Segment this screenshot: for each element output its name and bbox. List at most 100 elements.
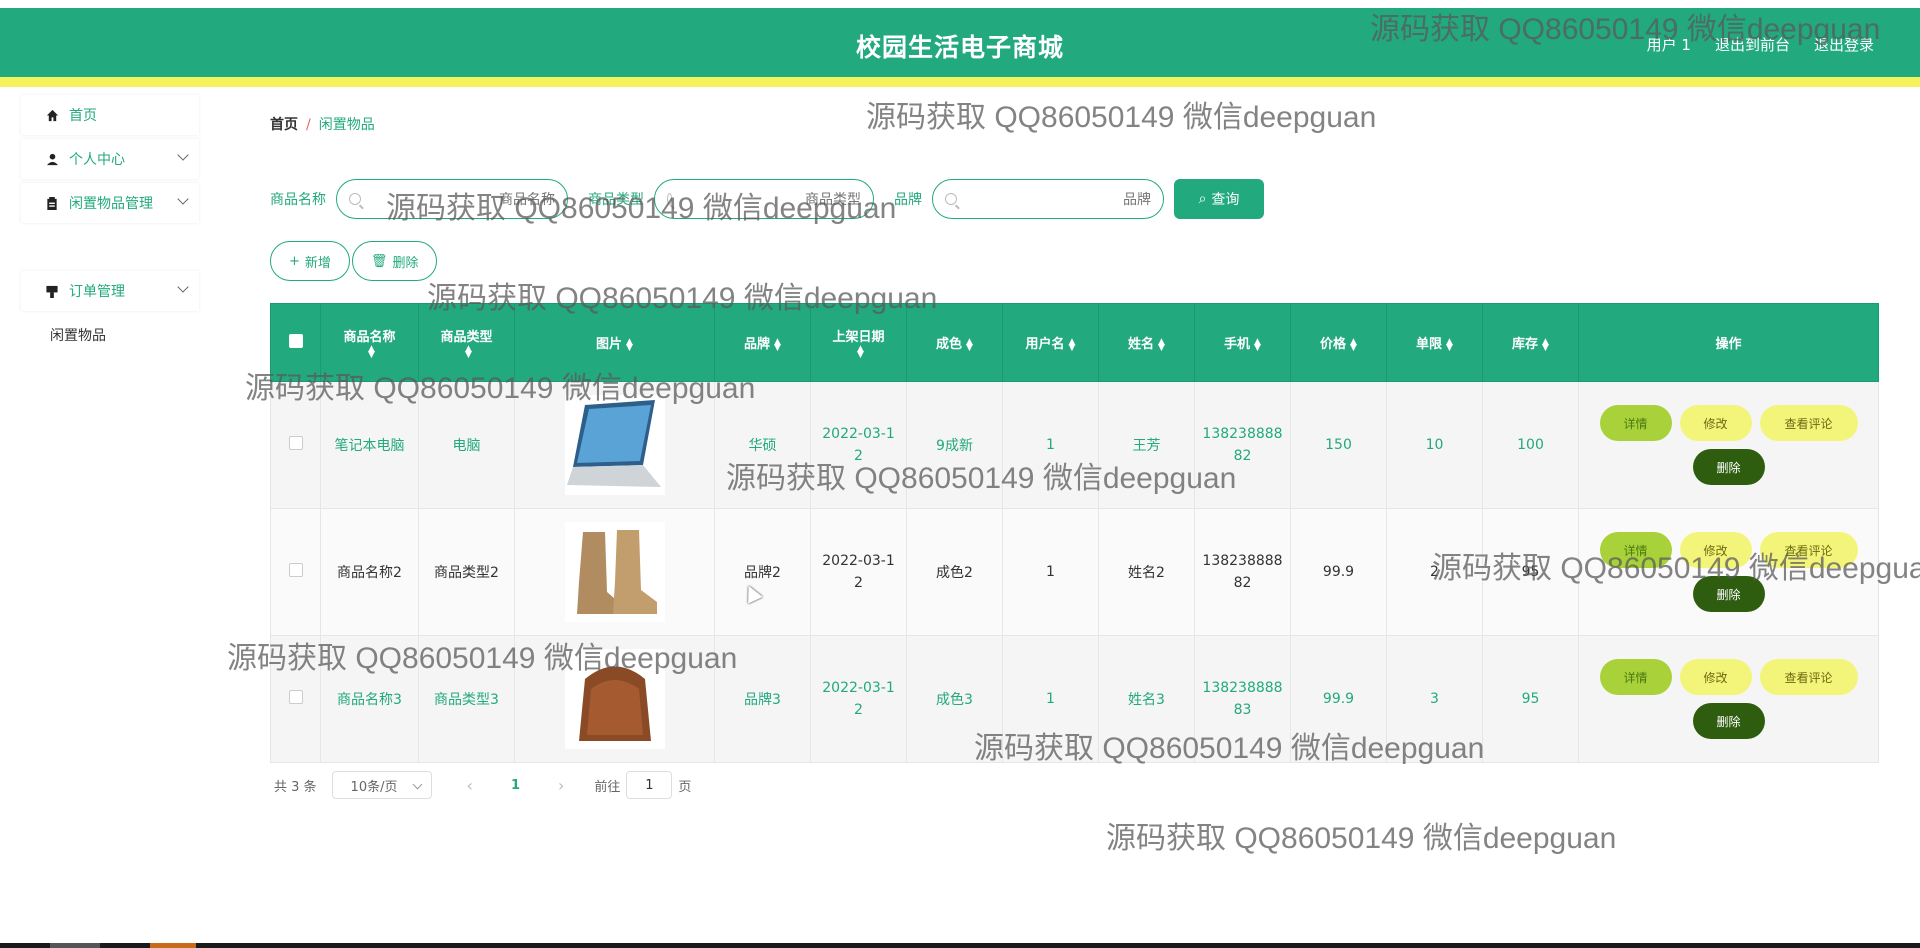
- col-header[interactable]: 商品类型 ▲ ▼: [418, 303, 515, 382]
- view-review-button[interactable]: 查看评论: [1759, 405, 1858, 441]
- type-input[interactable]: [680, 191, 861, 207]
- sidebar-subitem-idle[interactable]: 闲置物品: [50, 325, 106, 345]
- select-all-checkbox[interactable]: [288, 333, 303, 348]
- sort-icon: ▲ ▼: [1068, 336, 1076, 353]
- breadcrumb-current: 闲置物品: [318, 117, 375, 133]
- delete-button[interactable]: 删除: [1692, 449, 1765, 485]
- edit-button[interactable]: 修改: [1679, 659, 1752, 695]
- cell-image: [514, 508, 715, 636]
- edit-button[interactable]: 修改: [1679, 405, 1752, 441]
- cell-realname: 姓名3: [1098, 635, 1195, 763]
- delete-button[interactable]: 删除: [1692, 703, 1765, 739]
- col-header-ops: 操作: [1578, 303, 1879, 382]
- cell-stock: 100: [1482, 381, 1579, 509]
- chevron-down-icon: [177, 281, 189, 293]
- sort-icon: ▲ ▼: [368, 344, 375, 360]
- sort-icon: ▲ ▼: [1446, 336, 1453, 353]
- logout-link[interactable]: 退出登录: [1814, 34, 1874, 55]
- search-bar: 商品名称 商品类型 品牌 ⌕ 查询: [270, 179, 1264, 219]
- page-size-select[interactable]: 10条/页: [331, 771, 432, 799]
- col-header[interactable]: 手机 ▲ ▼: [1194, 303, 1291, 382]
- cell-username: 1: [1002, 381, 1099, 509]
- sidebar-item-home[interactable]: 首页: [21, 95, 199, 135]
- sort-icon: ▲ ▼: [857, 344, 864, 360]
- table-header-row: 商品名称 ▲ ▼ 商品类型 ▲ ▼ 图片 ▲ ▼ 品牌 ▲ ▼ 上架日期 ▲ ▼ 成色 ▲ ▼ 用户名 ▲…: [270, 303, 1879, 382]
- view-review-button[interactable]: 查看评论: [1759, 532, 1858, 568]
- view-review-button[interactable]: 查看评论: [1759, 659, 1858, 695]
- breadcrumb-home[interactable]: 首页: [270, 117, 298, 133]
- row-select-cell: [270, 381, 321, 509]
- main-content: 首页 / 闲置物品 商品名称 商品类型 品牌 ⌕ 查询 + 新增 🗑 删除: [229, 87, 1920, 942]
- delete-button[interactable]: 删除: [1692, 576, 1765, 612]
- col-header[interactable]: 单限 ▲ ▼: [1386, 303, 1483, 382]
- cell-ops: 详情 修改 查看评论 删除: [1578, 635, 1879, 763]
- cell-name: 商品名称3: [320, 635, 419, 763]
- col-header[interactable]: 用户名 ▲ ▼: [1002, 303, 1099, 382]
- sort-icon: ▲ ▼: [465, 344, 472, 360]
- cell-limit: 10: [1386, 381, 1483, 509]
- next-page-icon[interactable]: ›: [558, 776, 564, 795]
- home-icon: [45, 108, 59, 122]
- cell-condition: 成色3: [906, 635, 1003, 763]
- sort-icon: ▲ ▼: [1158, 336, 1165, 353]
- name-input[interactable]: [369, 191, 555, 207]
- cell-image: [514, 635, 715, 763]
- row-checkbox[interactable]: [288, 690, 303, 704]
- edit-button[interactable]: 修改: [1679, 532, 1752, 568]
- taskbar: [0, 943, 1920, 948]
- top-strip: [0, 0, 1920, 8]
- cell-ops: 详情 修改 查看评论 删除: [1578, 508, 1879, 636]
- col-header[interactable]: 上架日期 ▲ ▼: [810, 303, 907, 382]
- chevron-down-icon: [177, 193, 189, 205]
- table-row: 笔记本电脑 电脑 华硕 2022-03-12 9成新 1 王芳 13823888…: [270, 381, 1879, 509]
- cell-price: 150: [1290, 381, 1387, 509]
- row-checkbox[interactable]: [288, 436, 303, 450]
- select-all-cell: [270, 303, 321, 382]
- add-button-label: 新增: [304, 255, 331, 271]
- cell-brand: 品牌2: [714, 508, 811, 636]
- cell-date: 2022-03-12: [810, 508, 907, 636]
- sidebar-item-idle-manage[interactable]: 闲置物品管理: [21, 183, 199, 223]
- user-link[interactable]: 用户 1: [1647, 34, 1691, 55]
- col-header[interactable]: 品牌 ▲ ▼: [714, 303, 811, 382]
- detail-button[interactable]: 详情: [1599, 532, 1672, 568]
- cell-date: 2022-03-12: [810, 381, 907, 509]
- query-button[interactable]: ⌕ 查询: [1174, 179, 1264, 219]
- goto-label: 前往: [594, 779, 621, 795]
- front-link[interactable]: 退出到前台: [1715, 34, 1790, 55]
- sort-icon: ▲ ▼: [1542, 336, 1549, 353]
- cell-brand: 品牌3: [714, 635, 811, 763]
- order-icon: [45, 284, 59, 298]
- product-image-bag: [564, 649, 665, 749]
- table-row: 商品名称2 商品类型2 品牌2 2022-03-12 成色2 1 姓名2 138…: [270, 508, 1879, 636]
- search-icon: [667, 193, 672, 205]
- cell-type: 商品类型2: [418, 508, 515, 636]
- col-header[interactable]: 库存 ▲ ▼: [1482, 303, 1579, 382]
- sidebar-item-orders[interactable]: 订单管理: [21, 271, 199, 311]
- col-header[interactable]: 商品名称 ▲ ▼: [320, 303, 419, 382]
- batch-delete-button[interactable]: 🗑 删除: [351, 241, 438, 281]
- col-header[interactable]: 姓名 ▲ ▼: [1098, 303, 1195, 382]
- accent-bar: [0, 77, 1920, 87]
- cell-image: [514, 381, 715, 509]
- brand-input[interactable]: [965, 191, 1151, 207]
- col-header[interactable]: 图片 ▲ ▼: [514, 303, 715, 382]
- detail-button[interactable]: 详情: [1599, 659, 1672, 695]
- sort-icon: ▲ ▼: [1350, 336, 1357, 353]
- col-header[interactable]: 成色 ▲ ▼: [906, 303, 1003, 382]
- user-icon: [45, 152, 59, 166]
- prev-page-icon[interactable]: ‹: [467, 776, 473, 795]
- row-checkbox[interactable]: [288, 563, 303, 577]
- site-title: 校园生活电子商城: [855, 33, 1064, 62]
- cell-name: 商品名称2: [320, 508, 419, 636]
- sidebar-item-profile[interactable]: 个人中心: [21, 139, 199, 179]
- cell-price: 99.9: [1290, 635, 1387, 763]
- add-button[interactable]: + 新增: [270, 241, 350, 281]
- goto-page-input[interactable]: 1: [626, 771, 673, 799]
- sidebar-item-label: 首页: [69, 108, 97, 124]
- detail-button[interactable]: 详情: [1599, 405, 1672, 441]
- col-header[interactable]: 价格 ▲ ▼: [1290, 303, 1387, 382]
- page-number-current[interactable]: 1: [511, 778, 520, 793]
- name-input-wrap: [336, 179, 568, 219]
- header: 校园生活电子商城 用户 1 退出到前台 退出登录: [0, 8, 1920, 77]
